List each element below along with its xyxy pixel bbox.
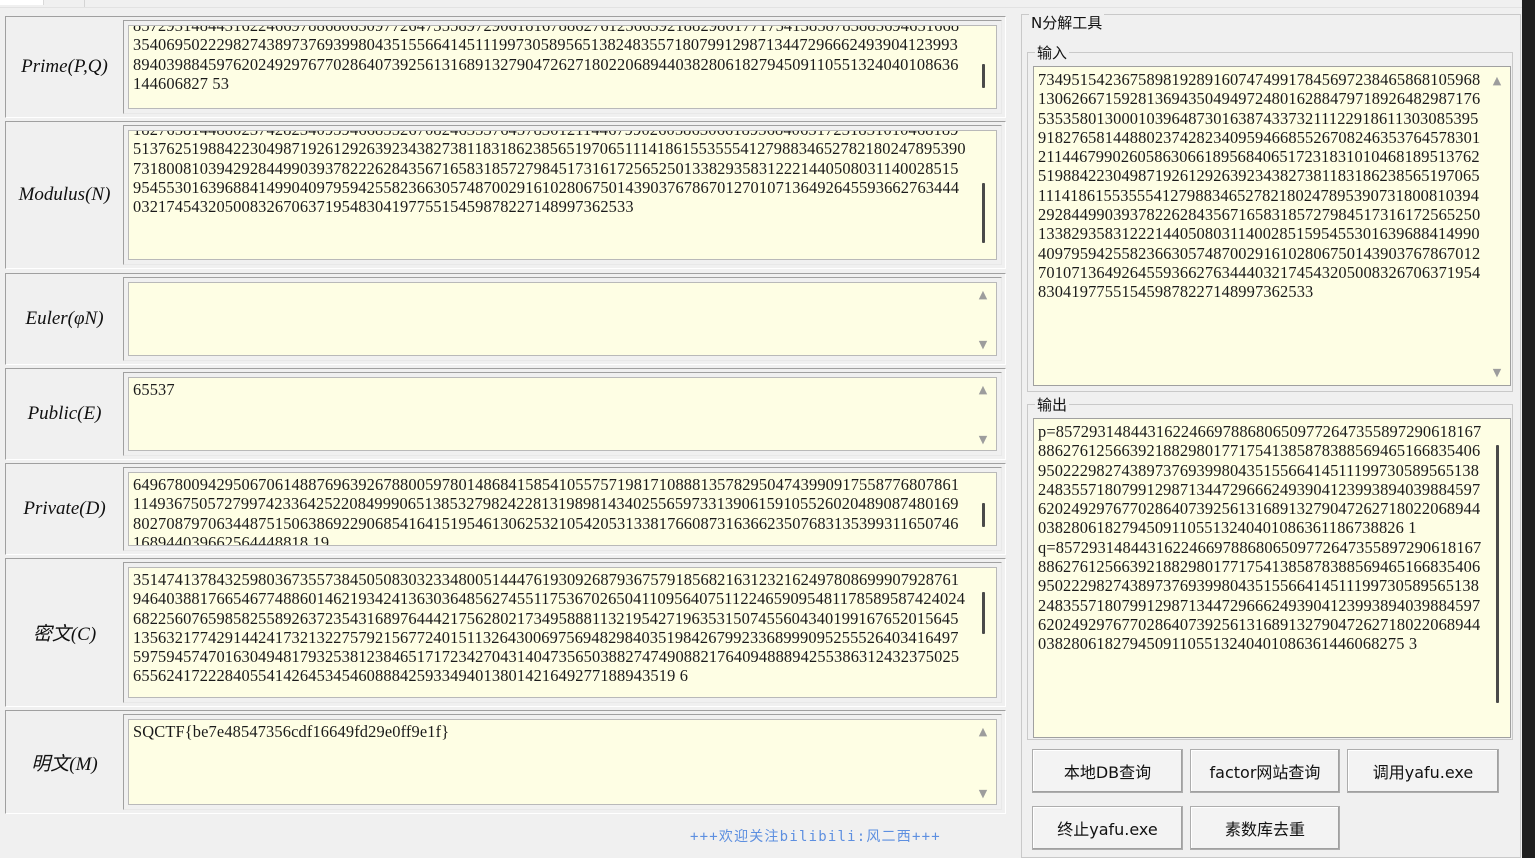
prime-textarea[interactable]: 8572931484431622466978868065097726473558… — [128, 25, 997, 109]
top-tab-strip — [0, 0, 1535, 8]
modulus-label: Modulus(N) — [18, 184, 111, 205]
cipher-row: 密文(C) 3514741378432598036735573845050830… — [5, 558, 1006, 707]
output-p-line[interactable]: p=85729314844316224669788680650977264735… — [1038, 422, 1486, 538]
stop-yafu-button[interactable]: 终止yafu.exe — [1032, 806, 1183, 850]
private-field-frame: 6496780094295067061488769639267880059780… — [123, 467, 1002, 551]
footer-credit: +++欢迎关注bilibili:风二西+++ — [690, 829, 941, 845]
modulus-row: Modulus(N) 18276581448802374282340959466… — [5, 121, 1006, 269]
modulus-scrollbar[interactable] — [970, 131, 996, 259]
cipher-text[interactable]: 3514741378432598036735573845050830323348… — [133, 570, 966, 686]
plain-field-frame: SQCTF{be7e48547356cdf16649fd29e0ff9e1f} … — [123, 714, 1002, 810]
output-text[interactable]: p=85729314844316224669788680650977264735… — [1038, 422, 1486, 654]
euler-textarea[interactable]: ▲ ▼ — [128, 282, 997, 356]
factor-site-query-button[interactable]: factor网站查询 — [1190, 749, 1340, 793]
cipher-textarea[interactable]: 3514741378432598036735573845050830323348… — [128, 567, 997, 698]
private-text[interactable]: 6496780094295067061488769639267880059780… — [133, 475, 966, 545]
input-text[interactable]: 7349515423675898192891607474991784569723… — [1038, 70, 1486, 302]
private-label: Private(D) — [23, 498, 106, 519]
prime-field-frame: 8572931484431622466978868065097726473558… — [123, 20, 1002, 114]
input-scroll-up-icon[interactable]: ▲ — [1490, 73, 1504, 87]
modulus-textarea[interactable]: 1827658144880237428234095946685526708246… — [128, 130, 997, 260]
modulus-text[interactable]: 1827658144880237428234095946685526708246… — [133, 131, 966, 216]
euler-row: Euler(φN) ▲ ▼ — [5, 273, 1006, 365]
plain-scroll-down-icon[interactable]: ▼ — [976, 786, 990, 800]
public-text[interactable]: 65537 — [133, 380, 966, 399]
prime-db-dedupe-button[interactable]: 素数库去重 — [1190, 806, 1340, 850]
input-scroll-down-icon[interactable]: ▼ — [1490, 365, 1504, 379]
cipher-field-frame: 3514741378432598036735573845050830323348… — [123, 562, 1002, 703]
output-scroll-thumb[interactable] — [1496, 445, 1499, 703]
plain-scroll-up-icon[interactable]: ▲ — [976, 724, 990, 738]
euler-field-frame: ▲ ▼ — [123, 277, 1002, 361]
modulus-scroll-thumb[interactable] — [982, 183, 985, 243]
public-scroll-up-icon[interactable]: ▲ — [976, 382, 990, 396]
cipher-scrollbar[interactable] — [970, 568, 996, 697]
prime-text[interactable]: 8572931484431622466978868065097726473558… — [133, 26, 966, 93]
modulus-field-frame: 1827658144880237428234095946685526708246… — [123, 125, 1002, 265]
tab-stub[interactable] — [0, 0, 44, 5]
prime-scroll-thumb[interactable] — [982, 64, 985, 88]
output-q-line[interactable]: q=85729314844316224669788680650977264735… — [1038, 538, 1486, 654]
adjacent-window-edge — [1522, 0, 1535, 858]
cipher-scroll-thumb[interactable] — [982, 592, 985, 634]
prime-label: Prime(P,Q) — [21, 56, 108, 77]
euler-label: Euler(φN) — [25, 308, 104, 329]
local-db-query-button[interactable]: 本地DB查询 — [1032, 749, 1183, 793]
input-group-title: 输入 — [1035, 42, 1070, 63]
public-row: Public(E) 65537 ▲ ▼ — [5, 368, 1006, 460]
cipher-label: 密文(C) — [32, 624, 97, 645]
factor-tool-title: N分解工具 — [1029, 12, 1105, 33]
public-textarea[interactable]: 65537 ▲ ▼ — [128, 377, 997, 451]
private-textarea[interactable]: 6496780094295067061488769639267880059780… — [128, 472, 997, 546]
plain-label: 明文(M) — [31, 753, 98, 775]
output-group-title: 输出 — [1035, 394, 1070, 415]
call-yafu-button[interactable]: 调用yafu.exe — [1347, 749, 1499, 793]
euler-scroll-up-icon[interactable]: ▲ — [976, 287, 990, 301]
private-scroll-thumb[interactable] — [982, 503, 985, 527]
output-textarea[interactable]: p=85729314844316224669788680650977264735… — [1033, 418, 1511, 738]
prime-row: Prime(P,Q) 85729314844316224669788680650… — [5, 16, 1006, 118]
plain-textarea[interactable]: SQCTF{be7e48547356cdf16649fd29e0ff9e1f} … — [128, 719, 997, 805]
prime-scrollbar[interactable] — [970, 26, 996, 108]
public-scroll-down-icon[interactable]: ▼ — [976, 432, 990, 446]
private-row: Private(D) 64967800942950670614887696392… — [5, 463, 1006, 555]
euler-scroll-down-icon[interactable]: ▼ — [976, 337, 990, 351]
plain-text[interactable]: SQCTF{be7e48547356cdf16649fd29e0ff9e1f} — [133, 722, 966, 741]
public-label: Public(E) — [27, 403, 102, 424]
plain-row: 明文(M) SQCTF{be7e48547356cdf16649fd29e0ff… — [5, 710, 1006, 814]
public-field-frame: 65537 ▲ ▼ — [123, 372, 1002, 456]
tab-divider — [84, 0, 85, 7]
input-textarea[interactable]: 7349515423675898192891607474991784569723… — [1033, 66, 1511, 386]
private-scrollbar[interactable] — [970, 473, 996, 545]
